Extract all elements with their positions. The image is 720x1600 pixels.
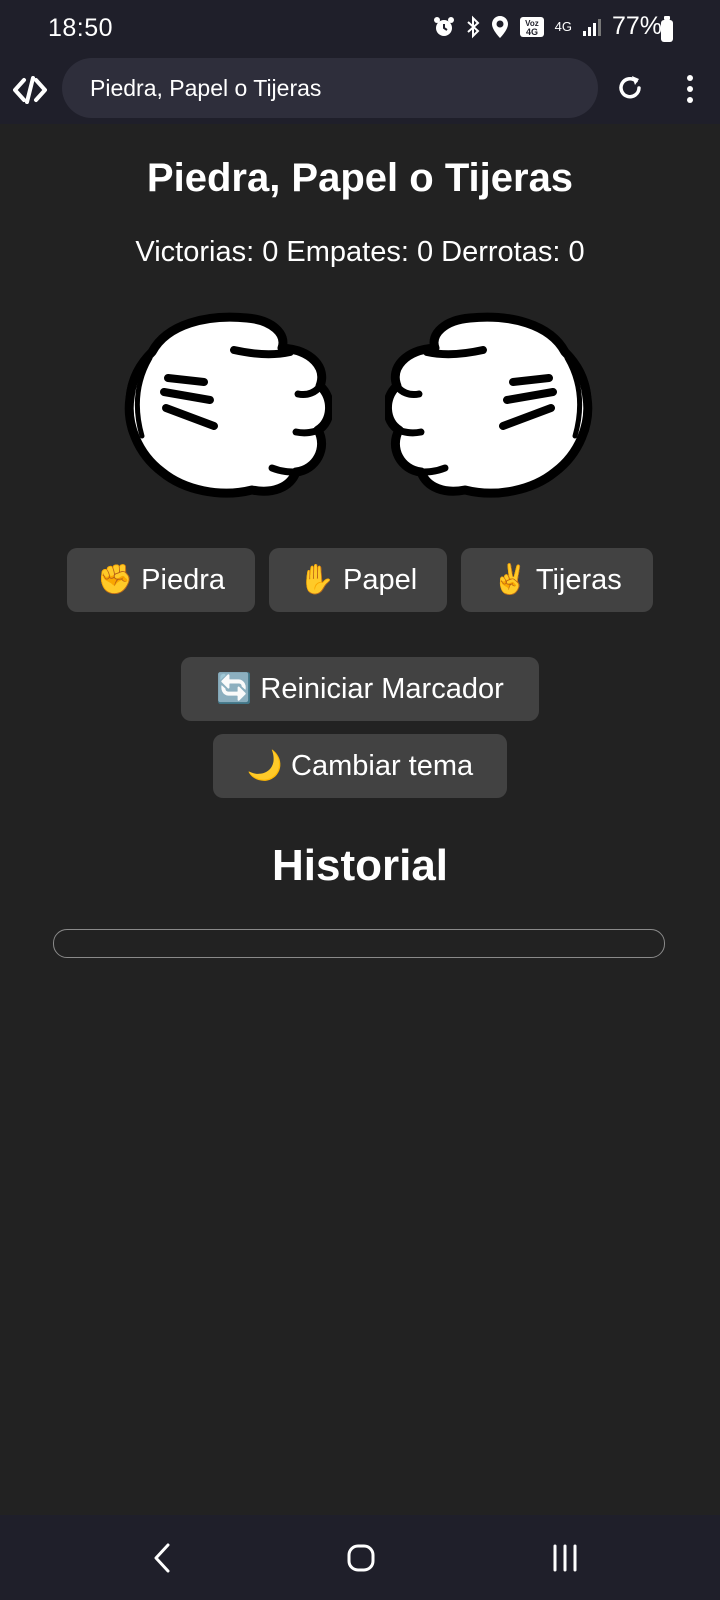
browser-logo-icon[interactable]: [12, 72, 48, 108]
system-nav-bar: [0, 1515, 720, 1600]
history-list: [53, 929, 665, 958]
piedra-button[interactable]: ✊ Piedra: [67, 548, 255, 612]
back-icon[interactable]: [150, 1541, 174, 1575]
tijeras-button[interactable]: ✌️ Tijeras: [461, 548, 653, 612]
battery-percent: 77%: [611, 12, 662, 40]
address-bar-text: Piedra, Papel o Tijeras: [90, 75, 322, 101]
toggle-theme-button[interactable]: 🌙 Cambiar tema: [213, 734, 507, 798]
browser-toolbar: Piedra, Papel o Tijeras: [0, 58, 720, 124]
player-fist-icon: [124, 312, 332, 498]
location-icon: [491, 15, 508, 38]
alarm-icon: [433, 16, 454, 36]
reload-icon[interactable]: [614, 72, 646, 104]
reset-score-button[interactable]: 🔄 Reiniciar Marcador: [181, 657, 539, 721]
more-options-icon[interactable]: [682, 74, 698, 104]
computer-fist-icon: [385, 312, 593, 498]
papel-button[interactable]: ✋ Papel: [269, 548, 447, 612]
bluetooth-icon: [466, 15, 480, 38]
status-icons: Voz 4G 4G 77%: [433, 12, 662, 41]
status-time: 18:50: [48, 14, 114, 42]
score-text: Victorias: 0 Empates: 0 Derrotas: 0: [135, 236, 585, 268]
history-title: Historial: [271, 841, 449, 890]
recents-icon[interactable]: [550, 1543, 580, 1573]
address-bar[interactable]: Piedra, Papel o Tijeras: [62, 58, 598, 118]
page-title: Piedra, Papel o Tijeras: [146, 156, 574, 200]
battery-icon: [661, 16, 673, 42]
status-bar: 18:50 Voz 4G 4G 77%: [0, 0, 720, 58]
signal-icon: [582, 18, 601, 36]
volte-icon: Voz 4G: [519, 16, 544, 37]
svg-text:4G: 4G: [526, 27, 538, 37]
home-icon[interactable]: [346, 1543, 376, 1573]
network-type-label: 4G: [554, 19, 572, 34]
